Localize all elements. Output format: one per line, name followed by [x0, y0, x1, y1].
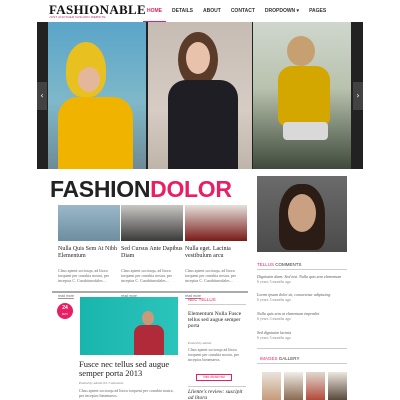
- slider-prev-button[interactable]: ‹: [37, 82, 47, 110]
- gallery-top-divider: [257, 348, 347, 349]
- section-heading: FASHIONDOLOR: [50, 176, 232, 203]
- comments-heading-text: COMMENTS: [274, 262, 302, 267]
- comment-item[interactable]: Sed dignissim lacinia 6 years 3 months a…: [257, 330, 349, 340]
- nec-post-title-2[interactable]: Lliente's review: suscipit ad litora: [188, 389, 248, 400]
- nav-pages[interactable]: PAGES: [305, 0, 330, 22]
- read-more-link[interactable]: read more: [58, 294, 74, 299]
- article-card: Nulla Quis Sem At Nibh Elementum Class a…: [58, 205, 120, 302]
- slide-figure-legs: [283, 122, 328, 140]
- nec-divider-2: [188, 386, 246, 387]
- gallery-heading-text: GALLERY: [277, 356, 300, 361]
- article-thumbnail[interactable]: [185, 205, 247, 241]
- comment-item[interactable]: Nulla quis sem at elementum imperdiet 6 …: [257, 311, 349, 321]
- article-title[interactable]: Sed Cursus Ante Dapibus Diam: [121, 246, 183, 268]
- article-excerpt: Class aptent sociosqu, ad litora torquen…: [121, 268, 172, 283]
- comment-time: 6 years 3 months ago: [257, 335, 291, 340]
- comment-time: 6 years 3 months ago: [257, 279, 291, 284]
- article-excerpt: Class aptent sociosqu, ad litora torquen…: [58, 268, 109, 283]
- comment-time: 6 years 3 months ago: [257, 297, 291, 302]
- comment-time: 6 years 3 months ago: [257, 316, 291, 321]
- heading-part-1: FASHION: [50, 176, 151, 202]
- gallery-thumbnail[interactable]: [284, 372, 303, 400]
- article-thumbnail[interactable]: [121, 205, 183, 241]
- featured-figure-head: [142, 311, 154, 325]
- featured-post-excerpt: Class aptent sociosqu ad litora torquent…: [79, 388, 174, 398]
- featured-figure-body: [134, 325, 164, 355]
- sidebar-figure-face: [288, 194, 316, 232]
- nav-details[interactable]: DETAILS: [168, 0, 197, 22]
- gallery-heading: IMAGES GALLERY: [260, 356, 299, 361]
- slide-image-yellow-hoodie[interactable]: [48, 22, 146, 169]
- nec-tellus-heading: NEC TELLUS: [188, 297, 216, 302]
- hero-slider: ‹ ›: [37, 22, 363, 169]
- article-title[interactable]: Nulla Quis Sem At Nibh Elementum: [58, 246, 120, 268]
- sidebar-feature-image[interactable]: [257, 176, 347, 252]
- slide-image-yellow-dress[interactable]: [253, 22, 351, 169]
- article-thumbnail[interactable]: [58, 205, 120, 241]
- date-badge: 24 MAY: [57, 303, 73, 319]
- comment-item[interactable]: Dignissim diam: Sed nisi. Nulla quis sem…: [257, 274, 349, 284]
- nec-read-button[interactable]: Nec dictal nisi: [196, 374, 232, 381]
- gallery-thumbnail[interactable]: [306, 372, 325, 400]
- slide-figure-body: [58, 97, 133, 169]
- section-divider: [52, 291, 248, 293]
- gallery-heading-accent: IMAGES: [260, 356, 278, 361]
- article-card: Nulla eget. Lacinia vestibulum arcu Clas…: [185, 205, 247, 302]
- comments-heading-accent: TELLUS: [257, 262, 275, 267]
- featured-post-image[interactable]: [80, 297, 178, 355]
- slide-figure-body: [278, 66, 330, 126]
- article-excerpt: Class aptent sociosqu, ad litora torquen…: [185, 268, 236, 283]
- nav-home[interactable]: HOME: [143, 0, 166, 22]
- gallery-divider: [257, 363, 347, 364]
- date-month: MAY: [61, 312, 69, 316]
- slide-figure-face: [78, 67, 100, 92]
- slide-figure-face: [186, 42, 210, 74]
- gallery-thumbnail[interactable]: [328, 372, 347, 400]
- date-day: 24: [62, 305, 68, 311]
- comments-heading: TELLUS COMMENTS: [257, 262, 302, 267]
- featured-post-meta: Posted by admin 0/1 Comments: [79, 381, 124, 385]
- comment-item[interactable]: Lorem ipsum dolor sit, consectetur adipi…: [257, 292, 349, 302]
- heading-part-2: DOLOR: [150, 176, 232, 202]
- nav-contact[interactable]: CONTACT: [227, 0, 259, 22]
- nec-post-title[interactable]: Elementum Nulla Fusce tellus sed augue s…: [188, 311, 248, 329]
- nec-post-excerpt: Class aptent sociosqu ad litora torquent…: [188, 347, 239, 362]
- slider-next-button[interactable]: ›: [353, 82, 363, 110]
- nav-about[interactable]: ABOUT: [199, 0, 225, 22]
- nav-dropdown[interactable]: DROPDOWN ▾: [261, 0, 303, 22]
- slide-figure-body: [168, 80, 238, 169]
- featured-post-title[interactable]: Fusce nec tellus sed augue semper porta …: [79, 360, 183, 378]
- comments-divider: [257, 269, 347, 270]
- article-title[interactable]: Nulla eget. Lacinia vestibulum arcu: [185, 246, 247, 268]
- nec-post-meta: Posted by admin: [188, 341, 212, 345]
- main-nav: HOME DETAILS ABOUT CONTACT DROPDOWN ▾ PA…: [143, 0, 332, 22]
- article-card: Sed Cursus Ante Dapibus Diam Class apten…: [121, 205, 183, 302]
- slide-image-polka-dress[interactable]: [148, 22, 252, 169]
- nec-divider: [188, 304, 246, 305]
- site-tagline: JUST ANOTHER FASHION WEBSITE: [49, 15, 106, 19]
- slide-figure-hair: [287, 36, 315, 66]
- site-header: FASHIONABLE JUST ANOTHER FASHION WEBSITE…: [0, 0, 400, 22]
- gallery-thumbnail[interactable]: [262, 372, 281, 400]
